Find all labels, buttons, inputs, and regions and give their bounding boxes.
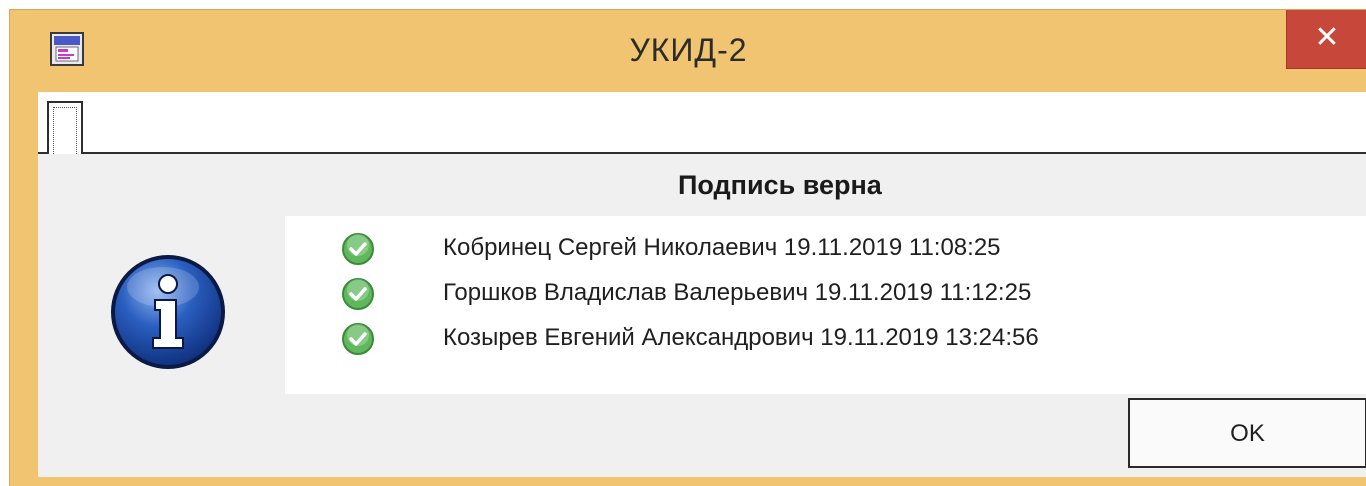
tab-strip xyxy=(38,92,1366,154)
signature-text: Горшков Владислав Валерьевич 19.11.2019 … xyxy=(443,279,1032,306)
list-item: Козырев Евгений Александрович 19.11.2019… xyxy=(285,314,1366,364)
check-circle-icon xyxy=(342,233,374,265)
close-button[interactable]: ✕ xyxy=(1286,10,1366,69)
list-item: Горшков Владислав Валерьевич 19.11.2019 … xyxy=(285,269,1366,319)
window-title: УКИД-2 xyxy=(629,32,748,68)
signature-text: Кобринец Сергей Николаевич 19.11.2019 11… xyxy=(443,234,1001,261)
ok-button[interactable]: OK xyxy=(1128,398,1366,468)
dialog-client-area: Подпись верна Кобринец Сергей Николаевич… xyxy=(38,92,1366,477)
check-circle-icon xyxy=(342,323,374,355)
signature-list: Кобринец Сергей Николаевич 19.11.2019 11… xyxy=(285,216,1366,394)
close-icon: ✕ xyxy=(1314,20,1340,55)
tab-empty[interactable] xyxy=(47,101,83,154)
tab-focus-rect xyxy=(53,107,77,154)
dialog-window: УКИД-2 ✕ Подпись верна Кобринец Сергей Н… xyxy=(9,9,1366,486)
dialog-heading: Подпись верна xyxy=(678,170,882,200)
info-icon xyxy=(111,255,225,369)
signature-text: Козырев Евгений Александрович 19.11.2019… xyxy=(443,324,1039,351)
list-item: Кобринец Сергей Николаевич 19.11.2019 11… xyxy=(285,224,1366,274)
check-circle-icon xyxy=(342,278,374,310)
title-bar[interactable]: УКИД-2 ✕ xyxy=(10,10,1366,92)
ok-button-label: OK xyxy=(1230,420,1265,447)
